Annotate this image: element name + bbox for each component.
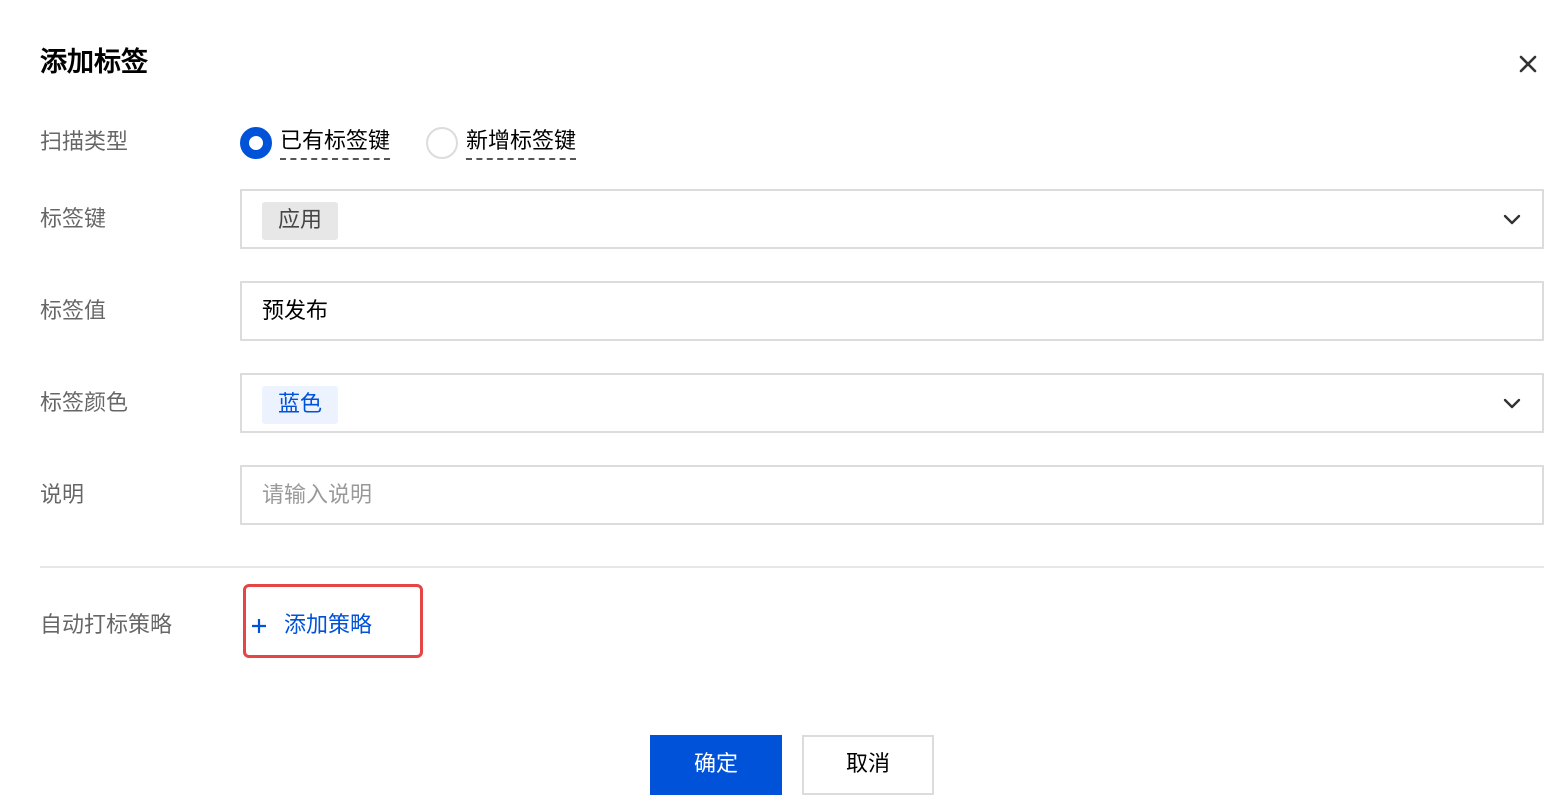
- confirm-button[interactable]: 确定: [650, 735, 782, 795]
- add-policy-button[interactable]: 添加策略: [250, 611, 372, 641]
- description-label: 说明: [40, 483, 85, 508]
- add-policy-label: 添加策略: [284, 613, 373, 638]
- tag-value-input[interactable]: 预发布: [240, 281, 1544, 341]
- radio-label: 已有标签键: [280, 127, 391, 160]
- divider: [40, 566, 1544, 568]
- chevron-down-icon[interactable]: [1500, 207, 1524, 231]
- tag-color-select[interactable]: 蓝色: [240, 373, 1544, 433]
- chevron-down-icon[interactable]: [1500, 391, 1524, 415]
- radio-existing-tag-key[interactable]: 已有标签键: [240, 127, 391, 160]
- radio-unchecked-icon: [426, 127, 459, 159]
- auto-policy-label: 自动打标策略: [40, 613, 173, 638]
- tag-key-chip: 应用: [262, 202, 339, 240]
- tag-value-label: 标签值: [40, 299, 107, 324]
- cancel-button[interactable]: 取消: [802, 735, 934, 795]
- tag-key-label: 标签键: [40, 207, 107, 232]
- add-policy-highlight: 添加策略: [243, 584, 423, 658]
- description-placeholder: 请输入说明: [262, 483, 373, 508]
- tag-key-select[interactable]: 应用: [240, 189, 1544, 249]
- tag-color-chip: 蓝色: [262, 386, 339, 424]
- plus-icon: [250, 617, 268, 635]
- radio-new-tag-key[interactable]: 新增标签键: [426, 127, 577, 160]
- radio-label: 新增标签键: [466, 127, 577, 160]
- dialog-title: 添加标签: [40, 47, 148, 78]
- radio-checked-icon: [240, 127, 272, 159]
- tag-color-label: 标签颜色: [40, 391, 129, 416]
- scan-type-label: 扫描类型: [40, 130, 129, 155]
- scan-type-radio-group: 已有标签键 新增标签键: [240, 124, 612, 162]
- close-icon[interactable]: [1512, 48, 1544, 80]
- description-input[interactable]: 请输入说明: [240, 465, 1544, 525]
- tag-value-text: 预发布: [262, 299, 329, 324]
